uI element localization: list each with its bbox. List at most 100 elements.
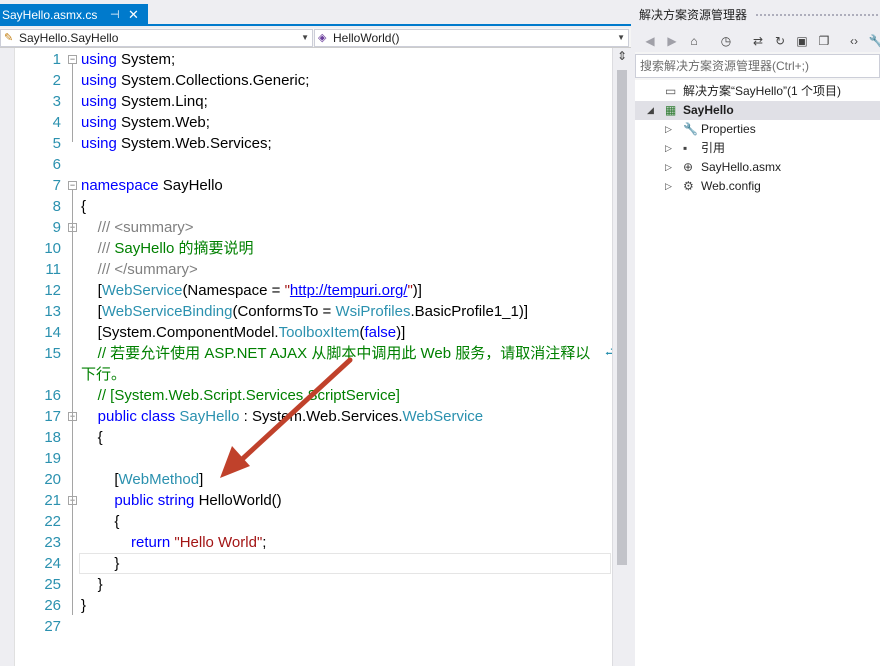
back-icon[interactable]: ◀ xyxy=(641,32,659,50)
code-line[interactable]: 20 [WebMethod] xyxy=(15,469,613,490)
code-line[interactable]: 24 } xyxy=(15,553,613,574)
tree-web-config[interactable]: ▷ ⚙ Web.config xyxy=(635,177,880,196)
pin-icon[interactable]: ⊣ xyxy=(110,4,120,26)
line-number: 17 xyxy=(44,408,61,425)
code-text: /// <summary> xyxy=(97,219,194,236)
chevron-down-icon[interactable]: ▼ xyxy=(617,30,625,46)
forward-icon[interactable]: ▶ xyxy=(663,32,681,50)
close-icon[interactable]: ✕ xyxy=(128,4,139,26)
code-line[interactable]: 10 /// SayHello 的摘要说明 xyxy=(15,238,613,259)
code-text: { xyxy=(81,198,87,215)
member-dropdown-value: HelloWorld() xyxy=(333,31,400,45)
member-dropdown[interactable]: ◈ HelloWorld() ▼ xyxy=(314,29,629,47)
home-icon[interactable]: ⌂ xyxy=(685,32,703,50)
line-number: 9 xyxy=(52,219,61,236)
line-number: 2 xyxy=(52,72,61,89)
tree-solution[interactable]: ▭ 解决方案“SayHello”(1 个项目) xyxy=(635,82,880,101)
code-line[interactable]: 6 xyxy=(15,154,613,175)
code-line[interactable]: 14 [System.ComponentModel.ToolboxItem(fa… xyxy=(15,322,613,343)
show-all-files-icon[interactable]: ❐ xyxy=(815,32,833,50)
line-number: 24 xyxy=(44,555,61,572)
line-number: 8 xyxy=(52,198,61,215)
code-line[interactable]: 1− using System; xyxy=(15,49,613,70)
sync-icon[interactable]: ⇄ xyxy=(749,32,767,50)
code-line[interactable]: 23 return "Hello World"; xyxy=(15,532,613,553)
code-line[interactable]: 19 xyxy=(15,448,613,469)
code-line[interactable]: 13 [WebServiceBinding(ConformsTo = WsiPr… xyxy=(15,301,613,322)
tree-item-label: SayHello.asmx xyxy=(701,160,782,174)
code-text: namespace SayHello xyxy=(81,177,223,194)
line-number: 10 xyxy=(44,240,61,257)
code-line[interactable]: 27 xyxy=(15,616,613,637)
properties-icon[interactable]: 🔧 xyxy=(867,32,880,50)
line-number: 5 xyxy=(52,135,61,152)
expanded-arrow-icon[interactable]: ◢ xyxy=(647,101,654,120)
line-number: 1 xyxy=(52,51,61,68)
pending-changes-icon[interactable]: ◷ xyxy=(717,32,735,50)
project-sayhello-icon: ▦ xyxy=(665,103,677,117)
code-line[interactable]: 18 { xyxy=(15,427,613,448)
collapsed-arrow-icon[interactable]: ▷ xyxy=(665,158,672,177)
drag-grip[interactable] xyxy=(755,13,880,18)
outline-guide xyxy=(72,64,73,142)
collapse-all-icon[interactable]: ▣ xyxy=(793,32,811,50)
code-line[interactable]: 5 using System.Web.Services; xyxy=(15,133,613,154)
tree-item-label: 引用 xyxy=(701,141,726,155)
code-text: public class SayHello : System.Web.Servi… xyxy=(97,408,484,425)
collapsed-arrow-icon[interactable]: ▷ xyxy=(665,120,672,139)
code-line[interactable]: 下行。 xyxy=(15,364,613,385)
code-line[interactable]: 22 { xyxy=(15,511,613,532)
tree-references[interactable]: ▷ ▪ 引用 xyxy=(635,139,880,158)
collapsed-arrow-icon[interactable]: ▷ xyxy=(665,177,672,196)
scrollbar-thumb[interactable] xyxy=(617,70,627,565)
line-number: 7 xyxy=(52,177,61,194)
line-number: 22 xyxy=(44,513,61,530)
collapsed-arrow-icon[interactable]: ▷ xyxy=(665,139,672,158)
code-text: // [System.Web.Script.Services.ScriptSer… xyxy=(97,387,400,404)
code-line[interactable]: 26} xyxy=(15,595,613,616)
class-dropdown[interactable]: ✎ SayHello.SayHello ▼ xyxy=(0,29,313,47)
vertical-scrollbar[interactable]: ⇕ xyxy=(612,48,631,666)
code-text: [WebService(Namespace = "http://tempuri.… xyxy=(81,282,422,299)
collapse-toggle-icon[interactable]: − xyxy=(68,55,77,64)
tree-sayhello-asmx[interactable]: ▷ ⊕ SayHello.asmx xyxy=(635,158,880,177)
solution-search-input[interactable]: 搜索解决方案资源管理器(Ctrl+;) xyxy=(635,54,880,78)
code-text: /// </summary> xyxy=(97,261,198,278)
code-line[interactable]: 16 // [System.Web.Script.Services.Script… xyxy=(15,385,613,406)
code-line[interactable]: 9− /// <summary> xyxy=(15,217,613,238)
solution-icon: ▭ xyxy=(665,84,677,98)
tree-item-label: Properties xyxy=(701,122,756,136)
class-dropdown-value: SayHello.SayHello xyxy=(19,31,119,45)
line-number: 3 xyxy=(52,93,61,110)
split-handle-icon[interactable]: ⇕ xyxy=(616,50,628,64)
code-line[interactable]: 4 using System.Web; xyxy=(15,112,613,133)
document-tab[interactable]: SayHello.asmx.cs ⊣ ✕ xyxy=(0,4,148,26)
code-line[interactable]: 25 } xyxy=(15,574,613,595)
line-number: 11 xyxy=(45,261,61,278)
code-text: using System.Linq; xyxy=(81,93,208,110)
code-line[interactable]: 3 using System.Linq; xyxy=(15,91,613,112)
tree-item-label: SayHello xyxy=(683,103,734,117)
code-line[interactable]: 7− namespace SayHello xyxy=(15,175,613,196)
chevron-down-icon[interactable]: ▼ xyxy=(301,30,309,46)
code-text: { xyxy=(81,513,120,530)
view-code-icon[interactable]: ‹› xyxy=(845,32,863,50)
code-line[interactable]: 21− public string HelloWorld() xyxy=(15,490,613,511)
tree-project-sayhello[interactable]: ◢ ▦ SayHello xyxy=(635,101,880,120)
code-text: } xyxy=(81,555,120,572)
collapse-toggle-icon[interactable]: − xyxy=(68,181,77,190)
code-line[interactable]: 2 using System.Collections.Generic; xyxy=(15,70,613,91)
code-line[interactable]: 12 [WebService(Namespace = "http://tempu… xyxy=(15,280,613,301)
refresh-icon[interactable]: ↻ xyxy=(771,32,789,50)
document-tab-title: SayHello.asmx.cs xyxy=(2,8,98,22)
line-number: 13 xyxy=(44,303,61,320)
code-line[interactable]: 8{ xyxy=(15,196,613,217)
tree-properties[interactable]: ▷ 🔧 Properties xyxy=(635,120,880,139)
code-line[interactable]: 11 /// </summary> xyxy=(15,259,613,280)
code-editor[interactable]: 1− using System; 2 using System.Collections… xyxy=(14,48,616,666)
code-line[interactable]: 17− public class SayHello : System.Web.S… xyxy=(15,406,613,427)
code-line[interactable]: 15 // 若要允许使用 ASP.NET AJAX 从脚本中调用此 Web 服务… xyxy=(15,343,616,364)
code-text: [WebServiceBinding(ConformsTo = WsiProfi… xyxy=(81,303,529,320)
line-number: 18 xyxy=(44,429,61,446)
class-icon: ✎ xyxy=(4,32,14,44)
